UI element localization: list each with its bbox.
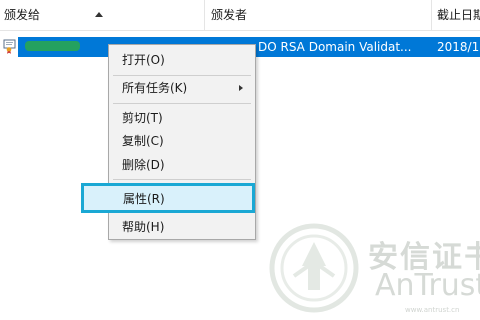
menu-item-delete[interactable]: 删除(D) — [109, 154, 255, 176]
watermark-text-en: AnTrust — [375, 268, 480, 303]
menu-item-all-tasks-label: 所有任务(K) — [122, 81, 188, 95]
row-expiration: 2018/1 — [437, 40, 480, 54]
column-issued-to-label: 颁发给 — [4, 8, 41, 22]
column-expiration-label: 截止日期 — [437, 8, 480, 22]
watermark-url: www.antrust.cn — [405, 306, 460, 314]
column-expiration[interactable]: 截止日期 — [432, 0, 480, 30]
certificate-icon — [3, 39, 16, 54]
menu-separator — [113, 179, 251, 180]
antrust-logo-icon — [269, 223, 359, 313]
menu-item-open[interactable]: 打开(O) — [109, 49, 255, 71]
row-issued-by: DO RSA Domain Validat... — [258, 40, 412, 54]
menu-item-copy[interactable]: 复制(C) — [109, 130, 255, 152]
menu-item-cut[interactable]: 剪切(T) — [109, 107, 255, 129]
column-issued-by-label: 颁发者 — [211, 8, 248, 22]
redacted-name — [25, 41, 80, 51]
sort-ascending-icon — [95, 12, 103, 17]
column-header: 颁发给 颁发者 截止日期 — [0, 0, 480, 31]
chevron-right-icon — [239, 85, 243, 91]
menu-separator — [113, 75, 251, 76]
menu-item-help[interactable]: 帮助(H) — [109, 216, 255, 238]
menu-separator — [113, 103, 251, 104]
menu-item-properties[interactable]: 属性(R) — [81, 183, 255, 213]
menu-item-all-tasks[interactable]: 所有任务(K) — [109, 77, 255, 99]
column-issued-by[interactable]: 颁发者 — [205, 0, 432, 30]
context-menu: 打开(O) 所有任务(K) 剪切(T) 复制(C) 删除(D) 属性(R) 帮助… — [81, 44, 256, 240]
